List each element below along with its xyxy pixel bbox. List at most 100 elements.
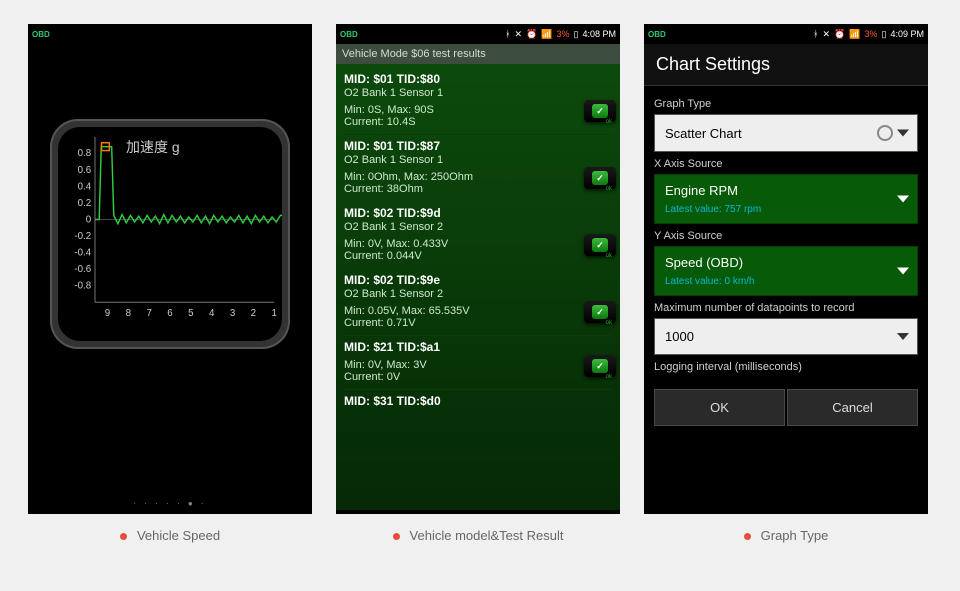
gauge-frame: 加速度 g 0.80.60.40.20-0.2-0.4-0.6-0.8 9876… — [50, 119, 290, 349]
obd-icon: OBD — [648, 30, 666, 39]
svg-text:9: 9 — [105, 308, 110, 319]
clock-text: 4:08 PM — [582, 29, 616, 39]
result-range: Min: 0.05V, Max: 65.535V — [344, 305, 612, 317]
svg-text:5: 5 — [188, 308, 193, 319]
chevron-down-icon — [897, 268, 909, 275]
input-max-datapoints[interactable]: 1000 — [654, 318, 918, 355]
battery-icon: ▯ — [882, 29, 887, 40]
status-bar: OBD ᚼ ✕ ⏰ 📶 3% ▯ 4:09 PM — [644, 24, 928, 44]
clock-text: 4:09 PM — [890, 29, 924, 39]
result-mid: MID: $01 TID:$80 — [344, 72, 612, 86]
test-result-item[interactable]: MID: $01 TID:$87O2 Bank 1 Sensor 1 Min: … — [344, 139, 612, 202]
result-current: Current: 0.71V — [344, 317, 612, 329]
phone-panel-chart-settings: OBD ᚼ ✕ ⏰ 📶 3% ▯ 4:09 PM Chart Settings … — [644, 24, 928, 514]
obd-icon: OBD — [340, 30, 358, 39]
screen-title: Vehicle Mode $06 test results — [336, 44, 620, 64]
latest-value: Latest value: 0 km/h — [665, 276, 907, 287]
test-result-item[interactable]: MID: $02 TID:$9eO2 Bank 1 Sensor 2 Min: … — [344, 273, 612, 336]
test-result-item[interactable]: MID: $02 TID:$9dO2 Bank 1 Sensor 2 Min: … — [344, 206, 612, 269]
battery-icon: ▯ — [574, 29, 579, 40]
section-label-log-interval: Logging interval (milliseconds) — [654, 361, 918, 373]
check-icon: ✓ — [592, 359, 608, 373]
app-bar-title: Chart Settings — [644, 44, 928, 86]
mute-icon: ✕ — [515, 29, 523, 40]
result-sensor: O2 Bank 1 Sensor 2 — [344, 288, 612, 300]
accel-chart: 0.80.60.40.20-0.2-0.4-0.6-0.8 987654321 — [58, 127, 282, 332]
result-mid: MID: $21 TID:$a1 — [344, 340, 612, 354]
result-mid: MID: $02 TID:$9d — [344, 206, 612, 220]
svg-text:0.4: 0.4 — [78, 181, 92, 192]
svg-text:0.8: 0.8 — [78, 148, 92, 159]
result-sensor: O2 Bank 1 Sensor 1 — [344, 87, 612, 99]
section-label-x-source: X Axis Source — [654, 158, 918, 170]
chevron-down-icon — [897, 333, 909, 340]
svg-text:-0.8: -0.8 — [74, 281, 91, 292]
result-current: Current: 0.044V — [344, 250, 612, 262]
svg-text:-0.6: -0.6 — [74, 264, 91, 275]
test-result-item[interactable]: MID: $01 TID:$80O2 Bank 1 Sensor 1 Min: … — [344, 72, 612, 135]
svg-text:0: 0 — [86, 214, 92, 225]
ok-button[interactable]: OK — [654, 389, 785, 426]
result-range: Min: 0Ohm, Max: 250Ohm — [344, 171, 612, 183]
svg-text:4: 4 — [209, 308, 215, 319]
dropdown-value: Scatter Chart — [665, 126, 742, 141]
section-label-max-points: Maximum number of datapoints to record — [654, 302, 918, 314]
dropdown-value: Engine RPM — [665, 183, 907, 198]
section-label-y-source: Y Axis Source — [654, 230, 918, 242]
svg-text:3: 3 — [230, 308, 235, 319]
svg-text:0.6: 0.6 — [78, 165, 92, 176]
battery-text: 3% — [557, 29, 570, 39]
latest-value: Latest value: 757 rpm — [665, 204, 907, 215]
signal-icon: 📶 — [849, 29, 860, 40]
svg-text:1: 1 — [271, 308, 276, 319]
ok-badge: ✓ ok — [584, 355, 616, 377]
alarm-icon: ⏰ — [834, 29, 845, 40]
ok-badge: ✓ ok — [584, 234, 616, 256]
svg-text:7: 7 — [146, 308, 151, 319]
check-icon: ✓ — [592, 305, 608, 319]
test-result-item[interactable]: MID: $31 TID:$d0 — [344, 394, 612, 408]
result-current: Current: 10.4S — [344, 116, 612, 128]
ok-badge: ✓ ok — [584, 301, 616, 323]
battery-text: 3% — [865, 29, 878, 39]
result-mid: MID: $02 TID:$9e — [344, 273, 612, 287]
cancel-button[interactable]: Cancel — [787, 389, 918, 426]
caption-b: Vehicle model&Test Result — [336, 528, 620, 543]
svg-text:0.2: 0.2 — [78, 198, 92, 209]
result-current: Current: 0V — [344, 371, 612, 383]
svg-text:-0.4: -0.4 — [74, 248, 91, 259]
obd-icon: OBD — [32, 30, 50, 39]
phone-panel-vehicle-speed: OBD 加速度 g 0.80.60.40.20-0.2-0.4-0.6-0.8 … — [28, 24, 312, 514]
result-range: Min: 0V, Max: 3V — [344, 359, 612, 371]
ok-badge: ✓ ok — [584, 167, 616, 189]
bluetooth-icon: ᚼ — [813, 29, 818, 39]
result-range: Min: 0V, Max: 0.433V — [344, 238, 612, 250]
result-sensor: O2 Bank 1 Sensor 2 — [344, 221, 612, 233]
check-icon: ✓ — [592, 171, 608, 185]
mute-icon: ✕ — [823, 29, 831, 40]
check-icon: ✓ — [592, 104, 608, 118]
svg-text:-0.2: -0.2 — [74, 231, 91, 242]
svg-text:8: 8 — [126, 308, 131, 319]
status-bar: OBD — [28, 24, 312, 44]
result-current: Current: 38Ohm — [344, 183, 612, 195]
caption-c: Graph Type — [644, 528, 928, 543]
test-result-item[interactable]: MID: $21 TID:$a1 Min: 0V, Max: 3V Curren… — [344, 340, 612, 390]
input-value: 1000 — [665, 329, 694, 344]
dropdown-value: Speed (OBD) — [665, 255, 907, 270]
ok-badge: ✓ ok — [584, 100, 616, 122]
result-mid: MID: $01 TID:$87 — [344, 139, 612, 153]
pager-dots[interactable]: · · · · · ● · — [28, 499, 312, 508]
alarm-icon: ⏰ — [526, 29, 537, 40]
dropdown-x-axis-source[interactable]: Engine RPM Latest value: 757 rpm — [654, 174, 918, 224]
section-label-graph-type: Graph Type — [654, 98, 918, 110]
chevron-down-icon — [897, 196, 909, 203]
dropdown-y-axis-source[interactable]: Speed (OBD) Latest value: 0 km/h — [654, 246, 918, 296]
phone-panel-test-results: OBD ᚼ ✕ ⏰ 📶 3% ▯ 4:08 PM Vehicle Mode $0… — [336, 24, 620, 514]
result-sensor: O2 Bank 1 Sensor 1 — [344, 154, 612, 166]
signal-icon: 📶 — [541, 29, 552, 40]
svg-text:6: 6 — [167, 308, 172, 319]
dropdown-graph-type[interactable]: Scatter Chart — [654, 114, 918, 152]
status-bar: OBD ᚼ ✕ ⏰ 📶 3% ▯ 4:08 PM — [336, 24, 620, 44]
caption-a: Vehicle Speed — [28, 528, 312, 543]
